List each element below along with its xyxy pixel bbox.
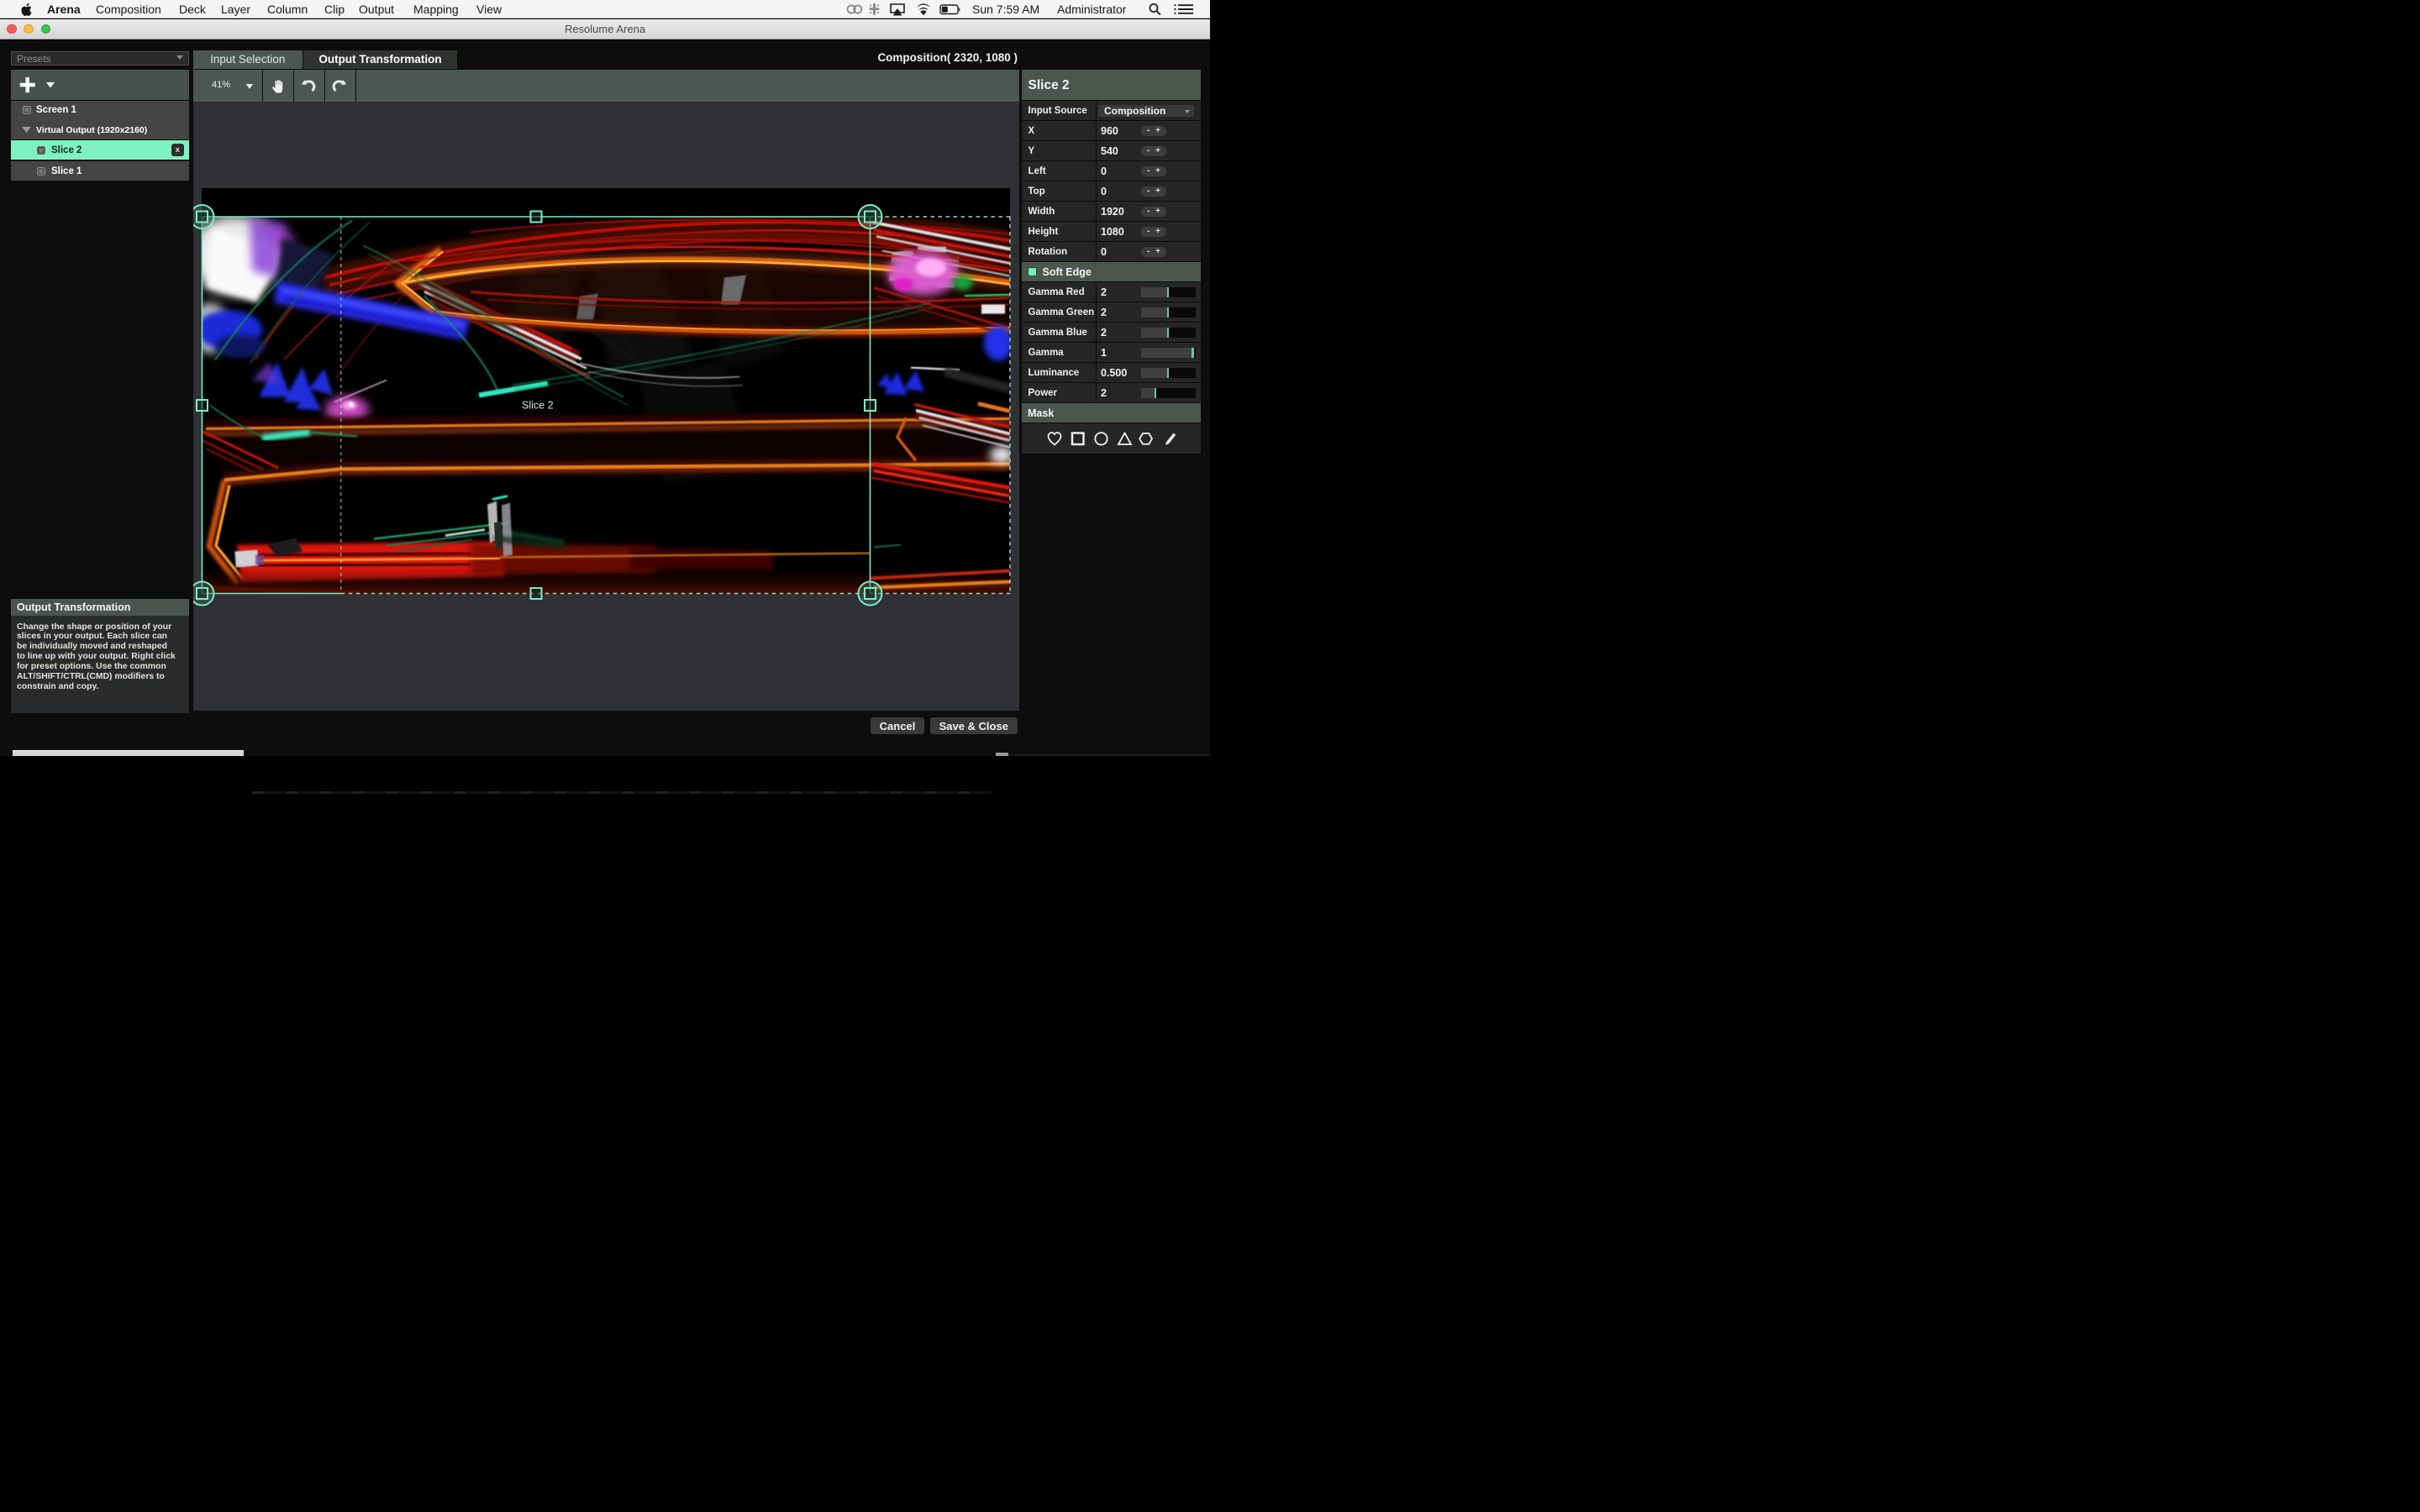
svg-text:Slice 2: Slice 2	[522, 399, 554, 411]
